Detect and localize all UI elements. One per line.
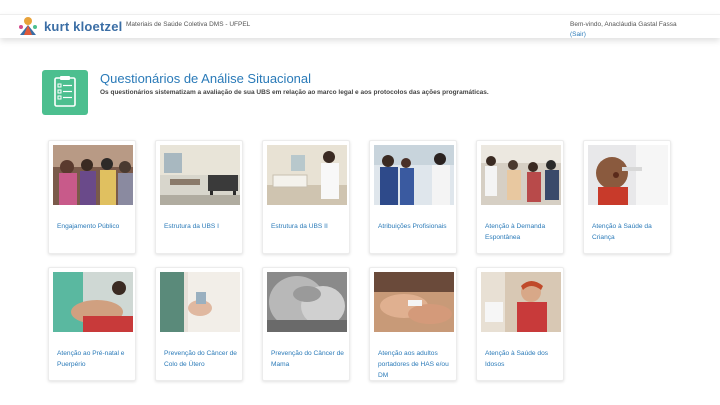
card-photo xyxy=(374,272,454,332)
site-logo[interactable]: kurt kloetzel xyxy=(16,15,122,37)
welcome-text: Bem-vindo, Anacláudia Gastal Fassa xyxy=(570,21,677,28)
card-estrutura-ubs-2[interactable]: Estrutura da UBS II xyxy=(262,140,350,254)
card-photo xyxy=(53,272,133,332)
card-saude-crianca[interactable]: Atenção à Saúde da Criança xyxy=(583,140,671,254)
card-label: Prevenção do Câncer de Mama xyxy=(271,350,344,368)
card-label: Atenção ao Pré-natal e Puerpério xyxy=(57,350,125,368)
card-saude-idosos[interactable]: Atenção à Saúde dos Idosos xyxy=(476,267,564,381)
card-label: Prevenção do Câncer de Colo de Útero xyxy=(164,350,237,368)
card-label: Atenção à Saúde dos Idosos xyxy=(485,350,549,368)
card-photo xyxy=(160,272,240,332)
card-photo xyxy=(267,145,347,205)
card-label: Estrutura da UBS II xyxy=(271,223,328,230)
card-label: Engajamento Público xyxy=(57,223,120,230)
card-demanda-espontanea[interactable]: Atenção à Demanda Espontânea xyxy=(476,140,564,254)
card-label: Atenção à Saúde da Criança xyxy=(592,223,652,241)
card-photo xyxy=(53,145,133,205)
logout-link[interactable]: (Sair) xyxy=(570,30,677,40)
card-engajamento-publico[interactable]: Engajamento Público xyxy=(48,140,136,254)
card-label: Atenção à Demanda Espontânea xyxy=(485,223,546,241)
kurt-kloetzel-logo-icon xyxy=(16,15,40,37)
card-atribuicoes-profissionais[interactable]: Atribuições Profisionais xyxy=(369,140,457,254)
welcome-block: Bem-vindo, Anacláudia Gastal Fassa (Sair… xyxy=(570,20,677,40)
page-subtitle: Os questionários sistematizam a avaliaçã… xyxy=(100,89,489,96)
logo-text: kurt kloetzel xyxy=(44,18,123,34)
card-label: Atribuições Profisionais xyxy=(378,223,447,230)
card-photo xyxy=(160,145,240,205)
page-title: Questionários de Análise Situacional xyxy=(100,71,312,86)
course-name: Materiais de Saúde Coletiva DMS - UFPEL xyxy=(126,21,251,28)
card-photo xyxy=(588,145,668,205)
card-label: Estrutura da UBS I xyxy=(164,223,219,230)
card-photo xyxy=(481,272,561,332)
card-photo xyxy=(267,272,347,332)
card-prenatal-puerperio[interactable]: Atenção ao Pré-natal e Puerpério xyxy=(48,267,136,381)
card-cancer-mama[interactable]: Prevenção do Câncer de Mama xyxy=(262,267,350,381)
card-has-dm[interactable]: Atenção aos adultos portadores de HAS e/… xyxy=(369,267,457,381)
clipboard-checklist-icon xyxy=(42,70,88,115)
card-estrutura-ubs-1[interactable]: Estrutura da UBS I xyxy=(155,140,243,254)
card-cancer-colo-utero[interactable]: Prevenção do Câncer de Colo de Útero xyxy=(155,267,243,381)
card-photo xyxy=(481,145,561,205)
card-label: Atenção aos adultos portadores de HAS e/… xyxy=(378,350,449,379)
card-photo xyxy=(374,145,454,205)
